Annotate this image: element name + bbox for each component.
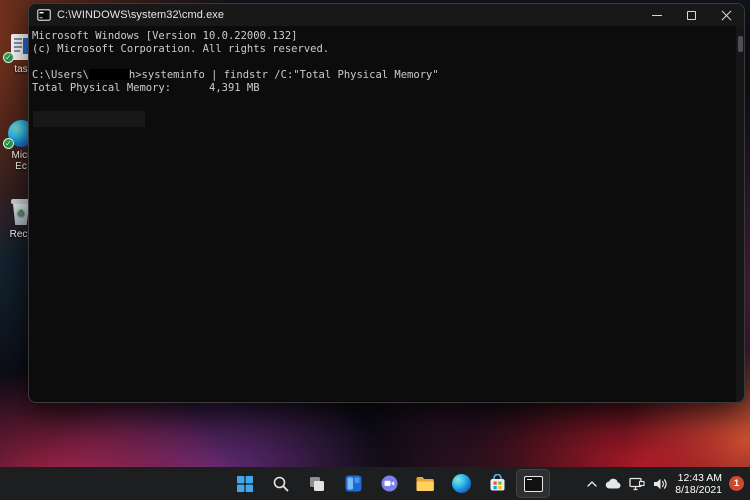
cmd-app-icon (37, 9, 51, 21)
minimize-button[interactable] (639, 4, 674, 26)
store-button[interactable] (480, 469, 514, 498)
cmd-window: C:\WINDOWS\system32\cmd.exe Microsoft Wi… (28, 3, 745, 403)
taskbar-clock[interactable]: 12:43 AM 8/18/2021 (675, 472, 722, 496)
search-icon (272, 475, 290, 493)
terminal-content[interactable]: Microsoft Windows [Version 10.0.22000.13… (29, 26, 744, 403)
prompt-prefix: C:\Users\ (32, 69, 89, 81)
prompt-command: h>systeminfo | findstr /C:"Total Physica… (129, 69, 439, 81)
terminal-line: (c) Microsoft Corporation. All rights re… (32, 43, 740, 56)
terminal-prompt-line: C:\Users\ h>systeminfo | findstr /C:"Tota… (32, 69, 740, 82)
windows-logo-icon (236, 475, 254, 493)
notification-badge[interactable]: 1 (729, 476, 744, 491)
desktop-icon-label: tas (14, 64, 27, 75)
widgets-icon (344, 474, 363, 493)
cloud-icon (605, 478, 622, 490)
terminal-blank-line (32, 56, 740, 69)
taskbar-center-group (228, 469, 550, 498)
network-tray-button[interactable] (629, 477, 645, 491)
start-button[interactable] (228, 469, 262, 498)
chat-icon (380, 474, 399, 493)
terminal-line: Microsoft Windows [Version 10.0.22000.13… (32, 30, 740, 43)
file-explorer-icon (415, 475, 435, 493)
desktop-icon-label2: Ec (15, 161, 27, 172)
search-button[interactable] (264, 469, 298, 498)
task-view-button[interactable] (300, 469, 334, 498)
volume-tray-button[interactable] (652, 477, 668, 491)
close-button[interactable] (709, 4, 744, 26)
file-explorer-button[interactable] (408, 469, 442, 498)
terminal-output-line: Total Physical Memory: 4,391 MB (32, 82, 740, 95)
edge-icon (452, 474, 471, 493)
terminal-blank-line (32, 95, 740, 108)
store-icon (488, 474, 507, 493)
sync-check-icon: ✓ (3, 52, 14, 63)
terminal-scrollbar[interactable] (736, 26, 744, 403)
hidden-icons-button[interactable] (586, 479, 598, 489)
taskbar: 12:43 AM 8/18/2021 1 (0, 467, 750, 500)
chat-button[interactable] (372, 469, 406, 498)
clock-time: 12:43 AM (675, 472, 722, 484)
task-view-icon (308, 475, 326, 493)
widgets-button[interactable] (336, 469, 370, 498)
sync-check-icon: ✓ (3, 138, 14, 149)
screen: ✓ tas ✓ Micr Ec ♻ Recy C:\WINDOWS\system… (0, 0, 750, 500)
redacted-prompt-block (33, 111, 145, 127)
clock-date: 8/18/2021 (675, 484, 722, 496)
command-prompt-button[interactable] (516, 469, 550, 498)
scrollbar-thumb[interactable] (738, 36, 743, 52)
speaker-icon (652, 477, 668, 491)
system-tray: 12:43 AM 8/18/2021 1 (586, 467, 744, 500)
command-prompt-icon (524, 476, 543, 492)
maximize-button[interactable] (674, 4, 709, 26)
cmd-titlebar[interactable]: C:\WINDOWS\system32\cmd.exe (29, 4, 744, 26)
window-title: C:\WINDOWS\system32\cmd.exe (57, 9, 639, 21)
network-icon (629, 477, 645, 491)
redacted-username (89, 69, 129, 80)
chevron-up-icon (586, 479, 598, 489)
onedrive-tray-button[interactable] (605, 478, 622, 490)
edge-button[interactable] (444, 469, 478, 498)
